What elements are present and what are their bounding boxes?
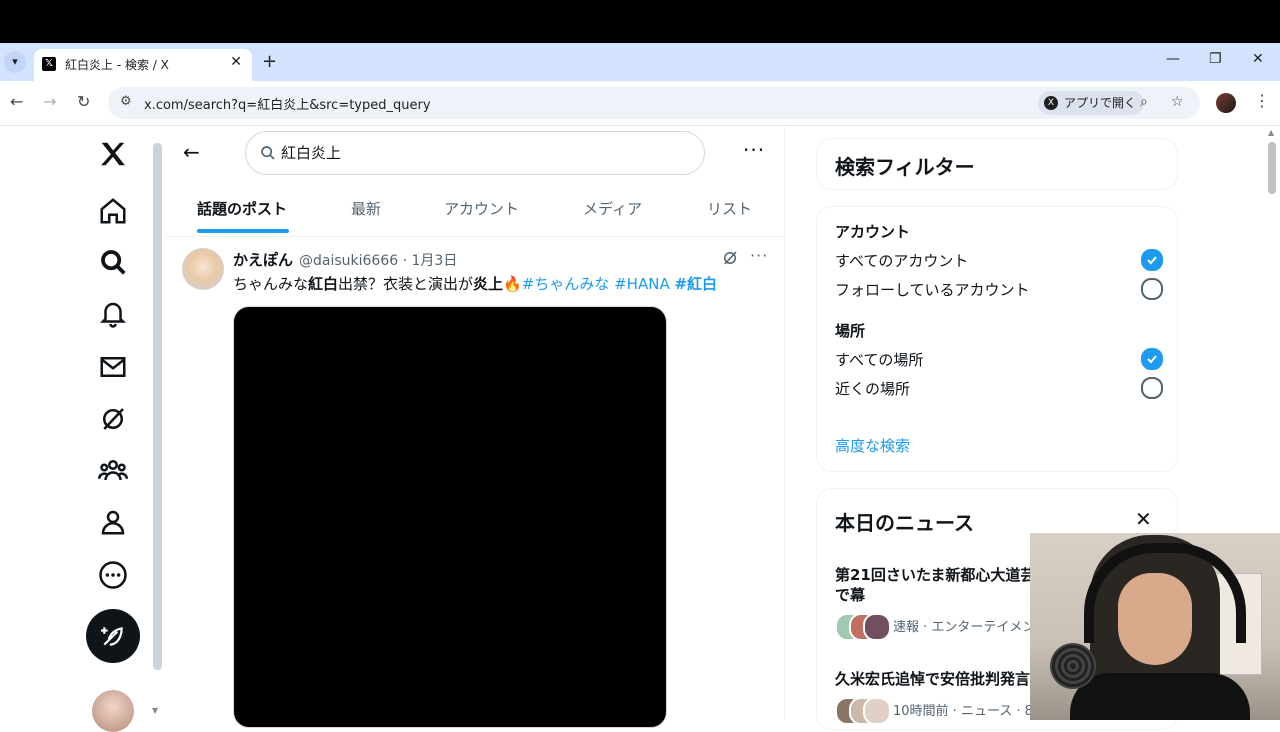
option-nearby[interactable]: 近くの場所: [835, 378, 910, 399]
option-all-locations[interactable]: すべての場所: [835, 349, 923, 370]
post-card[interactable]: かえぽん @daisuki6666 · 1月3日 ··· ちゃんみな紅白出禁？衣…: [165, 238, 784, 728]
zoom-icon[interactable]: ⌕: [1140, 94, 1148, 110]
messages-mail-icon[interactable]: [98, 352, 128, 382]
back-icon[interactable]: ←: [10, 92, 23, 111]
site-info-icon[interactable]: ⚙: [120, 94, 132, 109]
search-icon: [261, 146, 275, 160]
restore-icon[interactable]: ❐: [1209, 51, 1222, 67]
streamer-body: [1070, 673, 1250, 720]
option-all-accounts[interactable]: すべてのアカウント: [835, 250, 968, 271]
url-text[interactable]: x.com/search?q=紅白炎上&src=typed_query: [144, 94, 431, 113]
filter-title: 検索フィルター: [835, 155, 975, 179]
browser-toolbar: ← → ↻ ⚙ x.com/search?q=紅白炎上&src=typed_qu…: [0, 81, 1280, 126]
compose-post-button[interactable]: [86, 609, 140, 663]
notifications-bell-icon[interactable]: [98, 299, 128, 329]
new-tab-icon[interactable]: +: [262, 51, 277, 72]
browser-tab[interactable]: 𝕏 紅白炎上 - 検索 / X ✕: [34, 49, 252, 81]
microphone: [1050, 643, 1096, 689]
open-in-app-label: アプリで開く: [1064, 96, 1137, 110]
page-scroll-up-icon[interactable]: ▲: [1268, 128, 1274, 137]
hashtag-link[interactable]: #ちゃんみな: [522, 275, 610, 293]
grok-icon[interactable]: [98, 404, 128, 434]
forward-icon[interactable]: →: [43, 92, 56, 111]
check-icon: [1147, 355, 1157, 364]
post-author-meta[interactable]: @daisuki6666 · 1月3日: [299, 250, 457, 270]
search-results-column: ← ··· 話題のポスト 最新 アカウント メディア リスト かえぽん @dai…: [165, 126, 785, 728]
tab-title: 紅白炎上 - 検索 / X: [65, 58, 169, 72]
post-text-part: 出禁？衣装と演出が: [338, 275, 474, 293]
scroll-down-arrow-icon[interactable]: ▼: [152, 706, 158, 715]
nearby-radio[interactable]: [1141, 377, 1163, 399]
search-explore-icon[interactable]: [98, 247, 128, 277]
close-icon[interactable]: ✕: [1135, 507, 1152, 531]
back-arrow-icon[interactable]: ←: [183, 140, 200, 164]
sidebar-scrollbar[interactable]: [153, 143, 162, 670]
search-filter-panel: アカウント すべてのアカウント フォローしているアカウント 場所 すべての場所 …: [816, 206, 1178, 472]
post-author-name[interactable]: かえぽん: [233, 249, 293, 270]
reload-icon[interactable]: ↻: [77, 92, 90, 111]
profile-icon[interactable]: [98, 507, 128, 537]
post-more-icon[interactable]: ···: [750, 246, 768, 265]
x-app-icon: X: [1044, 96, 1058, 110]
x-sidebar: [0, 126, 160, 732]
advanced-search-link[interactable]: 高度な検索: [835, 435, 910, 456]
news-item-avatars: [835, 697, 891, 725]
browser-profile-avatar[interactable]: [1216, 93, 1236, 113]
search-filter-header: 検索フィルター: [816, 138, 1178, 190]
grok-explain-icon[interactable]: [721, 249, 739, 267]
webcam-overlay: [1030, 533, 1280, 720]
post-text-highlight: 炎上: [473, 275, 504, 293]
news-item-avatars: [835, 613, 891, 641]
tab-search-menu-icon[interactable]: ▾: [4, 51, 26, 73]
news-item-meta: 速報 · エンターテイメン: [893, 620, 1036, 635]
address-bar[interactable]: ⚙ x.com/search?q=紅白炎上&src=typed_query X …: [108, 87, 1200, 119]
following-accounts-radio[interactable]: [1141, 278, 1163, 300]
open-in-app-button[interactable]: X アプリで開く: [1038, 91, 1145, 115]
account-filter-heading: アカウント: [835, 223, 911, 241]
more-options-icon[interactable]: [98, 560, 128, 590]
location-filter-heading: 場所: [835, 322, 866, 340]
tab-close-icon[interactable]: ✕: [230, 54, 242, 70]
tab-media[interactable]: メディア: [583, 198, 642, 219]
post-text: ちゃんみな紅白出禁？衣装と演出が炎上🔥#ちゃんみな #HANA #紅白: [233, 273, 717, 294]
bookmark-star-icon[interactable]: ☆: [1171, 94, 1184, 110]
x-logo-icon[interactable]: [98, 139, 128, 169]
hashtag-link[interactable]: #HANA: [614, 275, 670, 293]
browser-menu-icon[interactable]: ⋮: [1254, 91, 1270, 110]
search-input[interactable]: [279, 142, 683, 162]
post-text-part: ちゃんみな: [233, 275, 309, 293]
tab-top-posts[interactable]: 話題のポスト: [197, 198, 287, 219]
tab-latest[interactable]: 最新: [351, 198, 381, 219]
all-locations-radio[interactable]: [1141, 348, 1163, 370]
page-scrollbar[interactable]: [1268, 142, 1276, 194]
search-more-icon[interactable]: ···: [743, 138, 765, 162]
account-avatar[interactable]: [92, 690, 134, 732]
active-tab-indicator: [197, 229, 289, 233]
x-favicon-icon: 𝕏: [42, 57, 56, 71]
communities-icon[interactable]: [97, 455, 129, 485]
minimize-icon[interactable]: —: [1166, 51, 1180, 67]
check-icon: [1147, 256, 1157, 265]
home-icon[interactable]: [98, 196, 128, 226]
fire-emoji-icon: 🔥: [503, 275, 522, 293]
screen-top-bar: [0, 0, 1280, 43]
window-close-icon[interactable]: ✕: [1252, 51, 1264, 67]
news-title: 本日のニュース: [835, 511, 974, 535]
hashtag-link[interactable]: #紅白: [674, 275, 717, 293]
news-item-meta: 10時間前 · ニュース · 8.: [893, 704, 1038, 719]
tab-accounts[interactable]: アカウント: [444, 198, 519, 219]
all-accounts-radio[interactable]: [1141, 249, 1163, 271]
post-text-highlight: 紅白: [308, 275, 339, 293]
post-video[interactable]: [233, 306, 667, 728]
avatar: [863, 697, 891, 725]
option-following-accounts[interactable]: フォローしているアカウント: [835, 279, 1030, 300]
browser-tabstrip: ▾ 𝕏 紅白炎上 - 検索 / X ✕ + — ❐ ✕: [0, 43, 1280, 81]
feather-icon: [101, 627, 123, 646]
search-box[interactable]: [245, 131, 705, 175]
tab-lists[interactable]: リスト: [707, 198, 752, 219]
post-author-avatar[interactable]: [182, 248, 224, 290]
avatar: [863, 613, 891, 641]
